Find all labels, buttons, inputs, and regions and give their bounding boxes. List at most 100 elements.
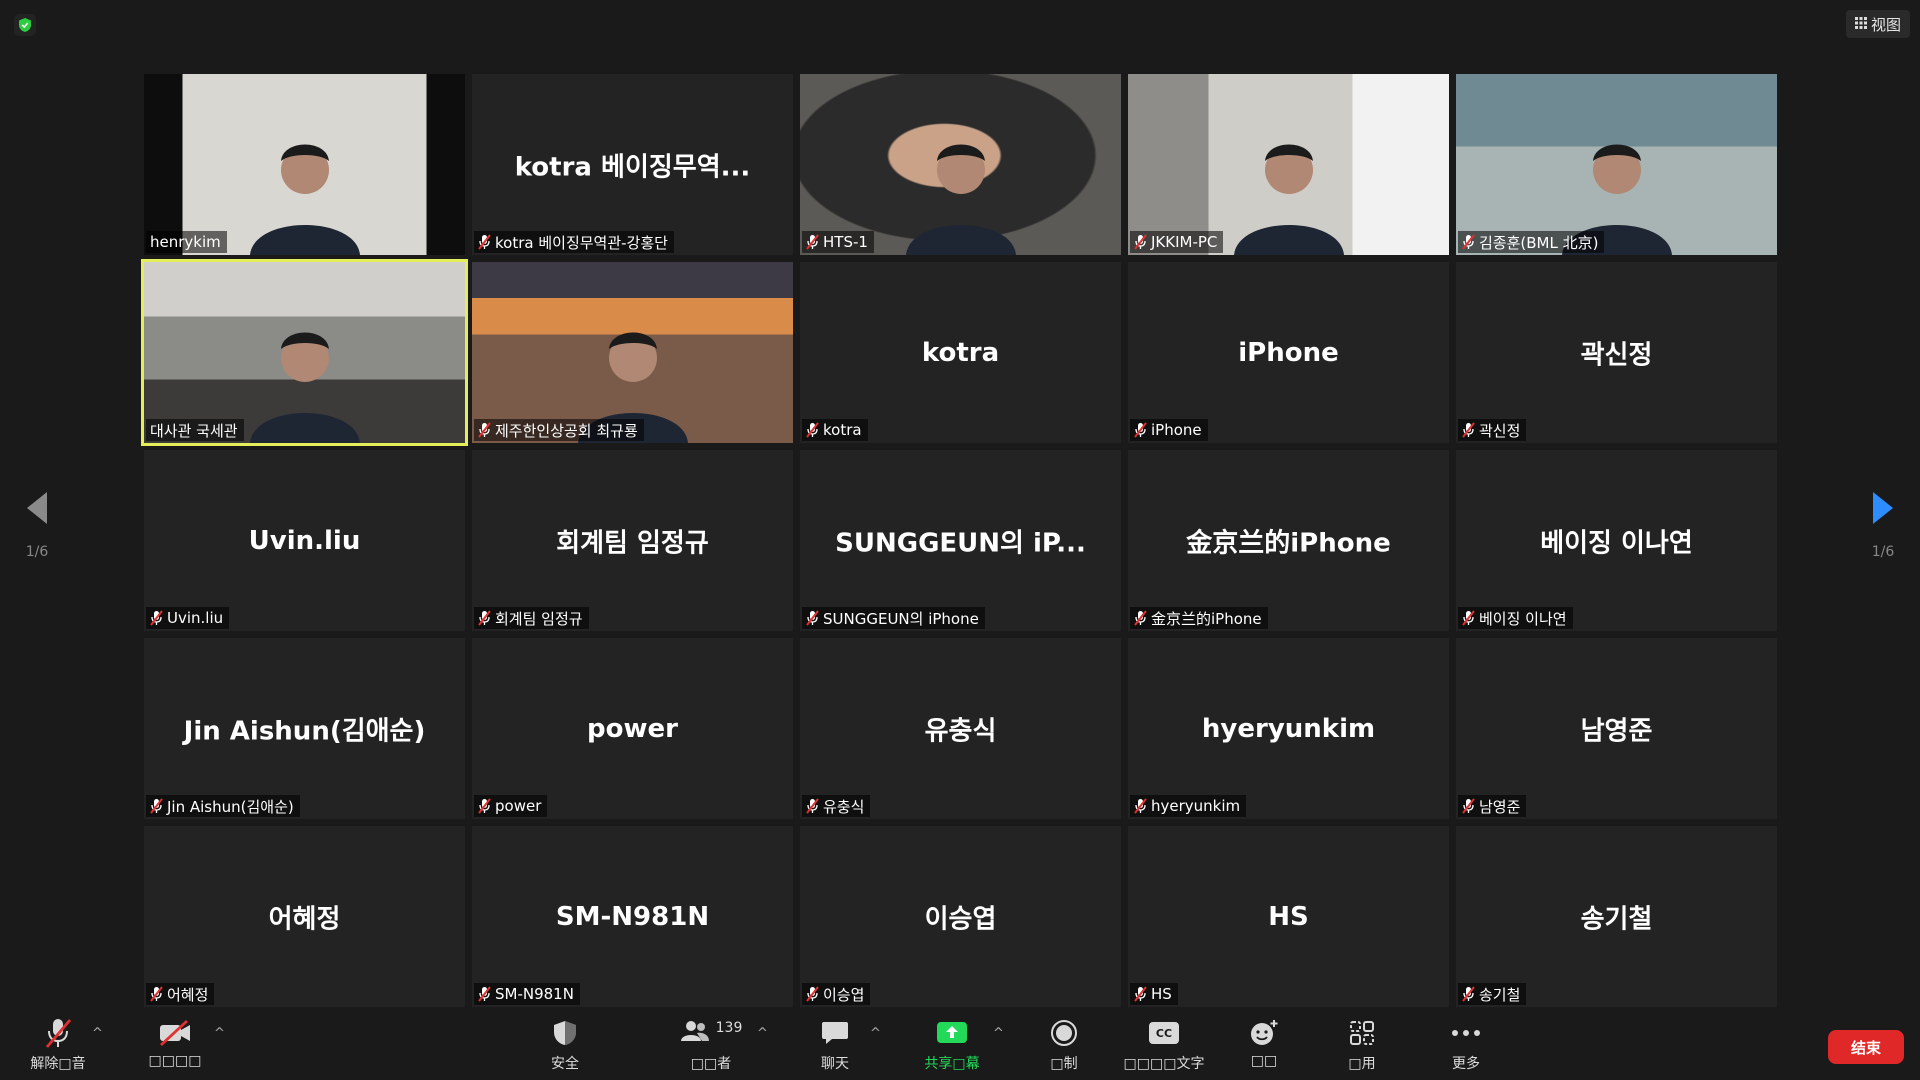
participant-tile-hts-1[interactable]: HTS-1	[800, 74, 1121, 255]
participant-name-label: kotra 베이징무역관-강홍단	[495, 233, 668, 252]
participant-name-label: Uvin.liu	[167, 609, 224, 627]
participant-display-name: iPhone	[1238, 337, 1339, 368]
chevron-left-icon	[25, 490, 49, 530]
participant-tile-lee-sy[interactable]: 이승엽 이승엽	[800, 826, 1121, 1007]
participants-options-chevron-up-icon[interactable]: ^	[757, 1026, 768, 1041]
participant-display-name: 곽신정	[1580, 340, 1653, 370]
microphone-muted-icon	[150, 798, 163, 814]
microphone-muted-icon	[150, 610, 163, 626]
video-options-chevron-up-icon[interactable]: ^	[214, 1026, 225, 1041]
participant-grid: henrykim kotra 베이징무역... kotra 베이징무역관-강홍단 HT…	[141, 74, 1777, 1007]
participant-display-name: HS	[1268, 901, 1309, 932]
participant-name-label: 회계팀 임정규	[495, 609, 583, 628]
participant-display-name: power	[587, 713, 678, 744]
unmute-button[interactable]: 解除□音	[28, 1016, 88, 1076]
participant-tile-beijing-lee[interactable]: 베이징 이나연 베이징 이나연	[1456, 450, 1777, 631]
participant-display-name: SM-N981N	[555, 901, 710, 932]
participant-name-label: HS	[1151, 985, 1172, 1003]
participant-tile-jeju[interactable]: 제주한인상공회 최규룡	[472, 262, 793, 443]
participant-tile-song[interactable]: 송기철 송기철	[1456, 826, 1777, 1007]
participant-name-tag: 金京兰的iPhone	[1130, 607, 1268, 629]
participant-tile-kotra[interactable]: kotra kotra	[800, 262, 1121, 443]
record-icon	[1050, 1016, 1078, 1050]
start-video-button[interactable]: □□□□	[146, 1016, 204, 1076]
view-button[interactable]: 视图	[1845, 10, 1910, 38]
participant-tile-hs[interactable]: HS HS	[1128, 826, 1449, 1007]
apps-button[interactable]: □用	[1340, 1016, 1384, 1076]
chat-options-chevron-up-icon[interactable]: ^	[870, 1026, 881, 1041]
participant-tile-uvin[interactable]: Uvin.liu Uvin.liu	[144, 450, 465, 631]
participant-name-tag: 회계팀 임정규	[474, 607, 589, 629]
participant-name-tag: iPhone	[1130, 419, 1208, 441]
end-meeting-button[interactable]: 结束	[1828, 1030, 1904, 1064]
participant-name-label: 김종훈(BML 北京)	[1479, 233, 1599, 252]
participant-tile-jin-aishun[interactable]: Jin Aishun(김애순) Jin Aishun(김애순)	[144, 638, 465, 819]
participant-name-label: 金京兰的iPhone	[1151, 609, 1262, 628]
participant-tile-jinjinglan[interactable]: 金京兰的iPhone 金京兰的iPhone	[1128, 450, 1449, 631]
participant-tile-henrykim[interactable]: henrykim	[144, 74, 465, 255]
participant-tile-sm[interactable]: SM-N981N SM-N981N	[472, 826, 793, 1007]
participant-tile-nam[interactable]: 남영준 남영준	[1456, 638, 1777, 819]
person-silhouette	[1224, 125, 1354, 255]
participant-display-name: 송기철	[1580, 904, 1653, 934]
share-screen-button[interactable]: 共享□幕	[920, 1016, 984, 1076]
participant-name-label: 어혜정	[167, 985, 209, 1004]
chat-button[interactable]: 聊天	[810, 1016, 860, 1076]
participant-name-tag: 곽신정	[1458, 419, 1527, 441]
participant-display-name: 회계팀 임정규	[556, 528, 709, 558]
participant-tile-jkkim-pc[interactable]: JKKIM-PC	[1128, 74, 1449, 255]
encryption-shield-icon[interactable]	[14, 14, 36, 36]
participant-name-label: 남영준	[1479, 797, 1521, 816]
participant-tile-power[interactable]: power power	[472, 638, 793, 819]
reactions-button[interactable]: □□	[1240, 1016, 1288, 1076]
participant-name-tag: 베이징 이나연	[1458, 607, 1573, 629]
participant-tile-accounting[interactable]: 회계팀 임정규 회계팀 임정규	[472, 450, 793, 631]
participant-tile-kim-bml[interactable]: 김종훈(BML 北京)	[1456, 74, 1777, 255]
smiley-plus-icon	[1249, 1016, 1279, 1050]
security-button[interactable]: 安全	[540, 1016, 590, 1076]
live-captions-button[interactable]: CC □□□□文字	[1124, 1016, 1204, 1076]
previous-page-button[interactable]: 1/6	[2, 490, 72, 590]
microphone-muted-icon	[806, 234, 819, 250]
audio-options-chevron-up-icon[interactable]: ^	[92, 1026, 103, 1041]
more-button[interactable]: 更多	[1444, 1016, 1488, 1076]
participant-name-tag: Uvin.liu	[146, 607, 230, 629]
microphone-muted-icon	[1462, 422, 1475, 438]
chevron-right-icon	[1871, 490, 1895, 530]
microphone-muted-icon	[478, 422, 491, 438]
participant-name-label: hyeryunkim	[1151, 797, 1241, 815]
meeting-toolbar: 解除□音 ^ □□□□ ^ 安全 139 □□者 ^ 聊天 ^ 共享□幕 ^ □…	[0, 1010, 1920, 1080]
participant-name-tag: SUNGGEUN의 iPhone	[802, 607, 985, 629]
participants-button[interactable]: 139 □□者	[672, 1016, 750, 1076]
microphone-muted-icon	[1134, 610, 1147, 626]
participant-display-name: Uvin.liu	[248, 525, 361, 556]
microphone-muted-icon	[478, 234, 491, 250]
participant-tile-hyeryun[interactable]: hyeryunkim hyeryunkim	[1128, 638, 1449, 819]
microphone-muted-icon	[1462, 986, 1475, 1002]
record-button[interactable]: □制	[1042, 1016, 1086, 1076]
participants-icon	[680, 1019, 710, 1047]
page-indicator-left: 1/6	[25, 544, 49, 560]
participant-tile-iphone[interactable]: iPhone iPhone	[1128, 262, 1449, 443]
participant-tile-yoo[interactable]: 유충식 유충식	[800, 638, 1121, 819]
participant-display-name: 유충식	[924, 716, 997, 746]
participant-name-label: power	[495, 797, 542, 815]
participant-name-tag: 대사관 국세관	[146, 419, 244, 441]
cc-icon: CC	[1149, 1016, 1179, 1050]
share-screen-icon	[936, 1016, 968, 1050]
participant-tile-eo[interactable]: 어혜정 어혜정	[144, 826, 465, 1007]
microphone-muted-icon	[1462, 798, 1475, 814]
microphone-muted-icon	[1134, 798, 1147, 814]
participant-tile-sunggeun[interactable]: SUNGGEUN의 iP... SUNGGEUN의 iPhone	[800, 450, 1121, 631]
microphone-muted-icon	[1134, 422, 1147, 438]
participant-tile-embassy[interactable]: 대사관 국세관	[141, 259, 468, 446]
participant-tile-kwak[interactable]: 곽신정 곽신정	[1456, 262, 1777, 443]
participant-name-label: HTS-1	[823, 233, 868, 251]
next-page-button[interactable]: 1/6	[1848, 490, 1918, 590]
participant-name-tag: HTS-1	[802, 231, 874, 253]
participant-tile-kotra-beijing[interactable]: kotra 베이징무역... kotra 베이징무역관-강홍단	[472, 74, 793, 255]
share-options-chevron-up-icon[interactable]: ^	[993, 1026, 1004, 1041]
microphone-muted-icon	[806, 986, 819, 1002]
microphone-muted-icon	[478, 986, 491, 1002]
microphone-muted-icon	[806, 422, 819, 438]
